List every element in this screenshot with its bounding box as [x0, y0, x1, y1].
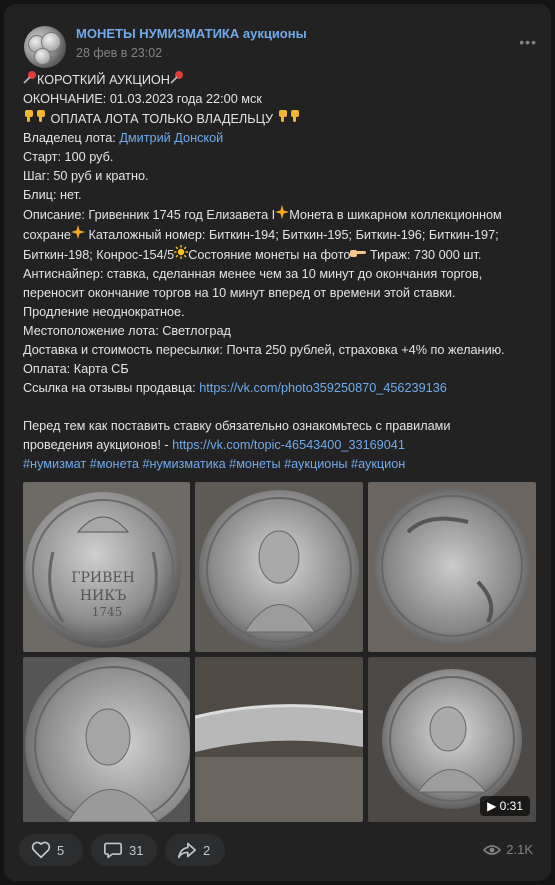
svg-text:1745: 1745: [92, 605, 123, 619]
svg-text:НИКЪ: НИКЪ: [80, 588, 126, 604]
coin-photo-5[interactable]: [195, 657, 363, 822]
views-counter: 2.1K: [483, 842, 533, 857]
sparkle-icon: [275, 205, 290, 225]
photo-grid: ГРИВЕН НИКЪ 1745 ▶ 0:31: [23, 482, 536, 822]
thumbs-down-icon: [35, 109, 47, 129]
owner-link[interactable]: Дмитрий Донской: [119, 131, 223, 145]
thumbs-down-icon: [289, 109, 301, 129]
sparkle-icon: [70, 225, 85, 245]
group-avatar[interactable]: [24, 26, 66, 68]
like-button[interactable]: 5: [19, 834, 83, 866]
rules-link[interactable]: https://vk.com/topic-46543400_33169041: [172, 438, 405, 452]
step-line: Шаг: 50 руб и кратно.: [23, 169, 149, 183]
thumbs-down-icon: [277, 109, 289, 129]
svg-text:ГРИВЕН: ГРИВЕН: [71, 570, 135, 586]
end-line: ОКОНЧАНИЕ: 01.03.2023 года 22:00 мск: [23, 92, 262, 106]
comment-button[interactable]: 31: [91, 834, 157, 866]
coin-photo-4[interactable]: [23, 657, 190, 822]
antisniper-line-1: Антиснайпер: ставка, сделанная менее чем…: [23, 267, 483, 281]
pin-icon: [170, 70, 184, 90]
reviews-link[interactable]: https://vk.com/photo359250870_456239136: [199, 381, 447, 395]
comment-icon: [104, 842, 122, 859]
rules-line-2: проведения аукционов! - https://vk.com/t…: [23, 438, 405, 452]
owner-line: Владелец лота: Дмитрий Донской: [23, 131, 224, 145]
sun-icon: [174, 245, 189, 265]
start-line: Старт: 100 руб.: [23, 150, 114, 164]
hashtags[interactable]: #нумизмат #монета #нумизматика #монеты #…: [23, 455, 538, 474]
location-line: Местоположение лота: Светлоград: [23, 324, 231, 338]
auction-title: КОРОТКИЙ АУКЦИОН: [37, 73, 170, 87]
pay-owner-line: ОПЛАТА ЛОТА ТОЛЬКО ВЛАДЕЛЬЦУ: [23, 109, 538, 129]
reviews-line: Ссылка на отзывы продавца: https://vk.co…: [23, 381, 447, 395]
payment-line: Оплата: Карта СБ: [23, 362, 129, 376]
pointing-hand-icon: [350, 246, 367, 265]
post-text: КОРОТКИЙ АУКЦИОН ОКОНЧАНИЕ: 01.03.2023 г…: [23, 70, 538, 474]
post-card: МОНЕТЫ НУМИЗМАТИКА аукционы 28 фев в 23:…: [4, 4, 551, 881]
share-button[interactable]: 2: [165, 834, 225, 866]
coin-video[interactable]: ▶ 0:31: [368, 657, 536, 822]
coin-photo-3[interactable]: [368, 482, 536, 652]
coin-photo-2[interactable]: [195, 482, 363, 652]
description: Описание: Гривенник 1745 год Елизавета I…: [23, 205, 538, 265]
group-name[interactable]: МОНЕТЫ НУМИЗМАТИКА аукционы: [76, 26, 307, 41]
antisniper-line-2: переносит окончание торгов на 10 минут в…: [23, 286, 456, 300]
play-icon: ▶: [487, 799, 497, 813]
thumbs-down-icon: [23, 109, 35, 129]
video-duration-badge: ▶ 0:31: [480, 796, 530, 816]
share-icon: [178, 842, 196, 859]
more-icon[interactable]: •••: [519, 34, 537, 50]
coin-photo-1[interactable]: ГРИВЕН НИКЪ 1745: [23, 482, 190, 652]
post-date[interactable]: 28 фев в 23:02: [76, 46, 162, 60]
title-line: КОРОТКИЙ АУКЦИОН: [23, 70, 538, 90]
delivery-line: Доставка и стоимость пересылки: Почта 25…: [23, 343, 505, 357]
extension-line: Продление неоднократное.: [23, 305, 185, 319]
pin-icon: [23, 70, 37, 90]
heart-icon: [31, 841, 51, 859]
eye-icon: [483, 844, 502, 855]
blitz-line: Блиц: нет.: [23, 188, 82, 202]
rules-line-1: Перед тем как поставить ставку обязатель…: [23, 419, 451, 433]
